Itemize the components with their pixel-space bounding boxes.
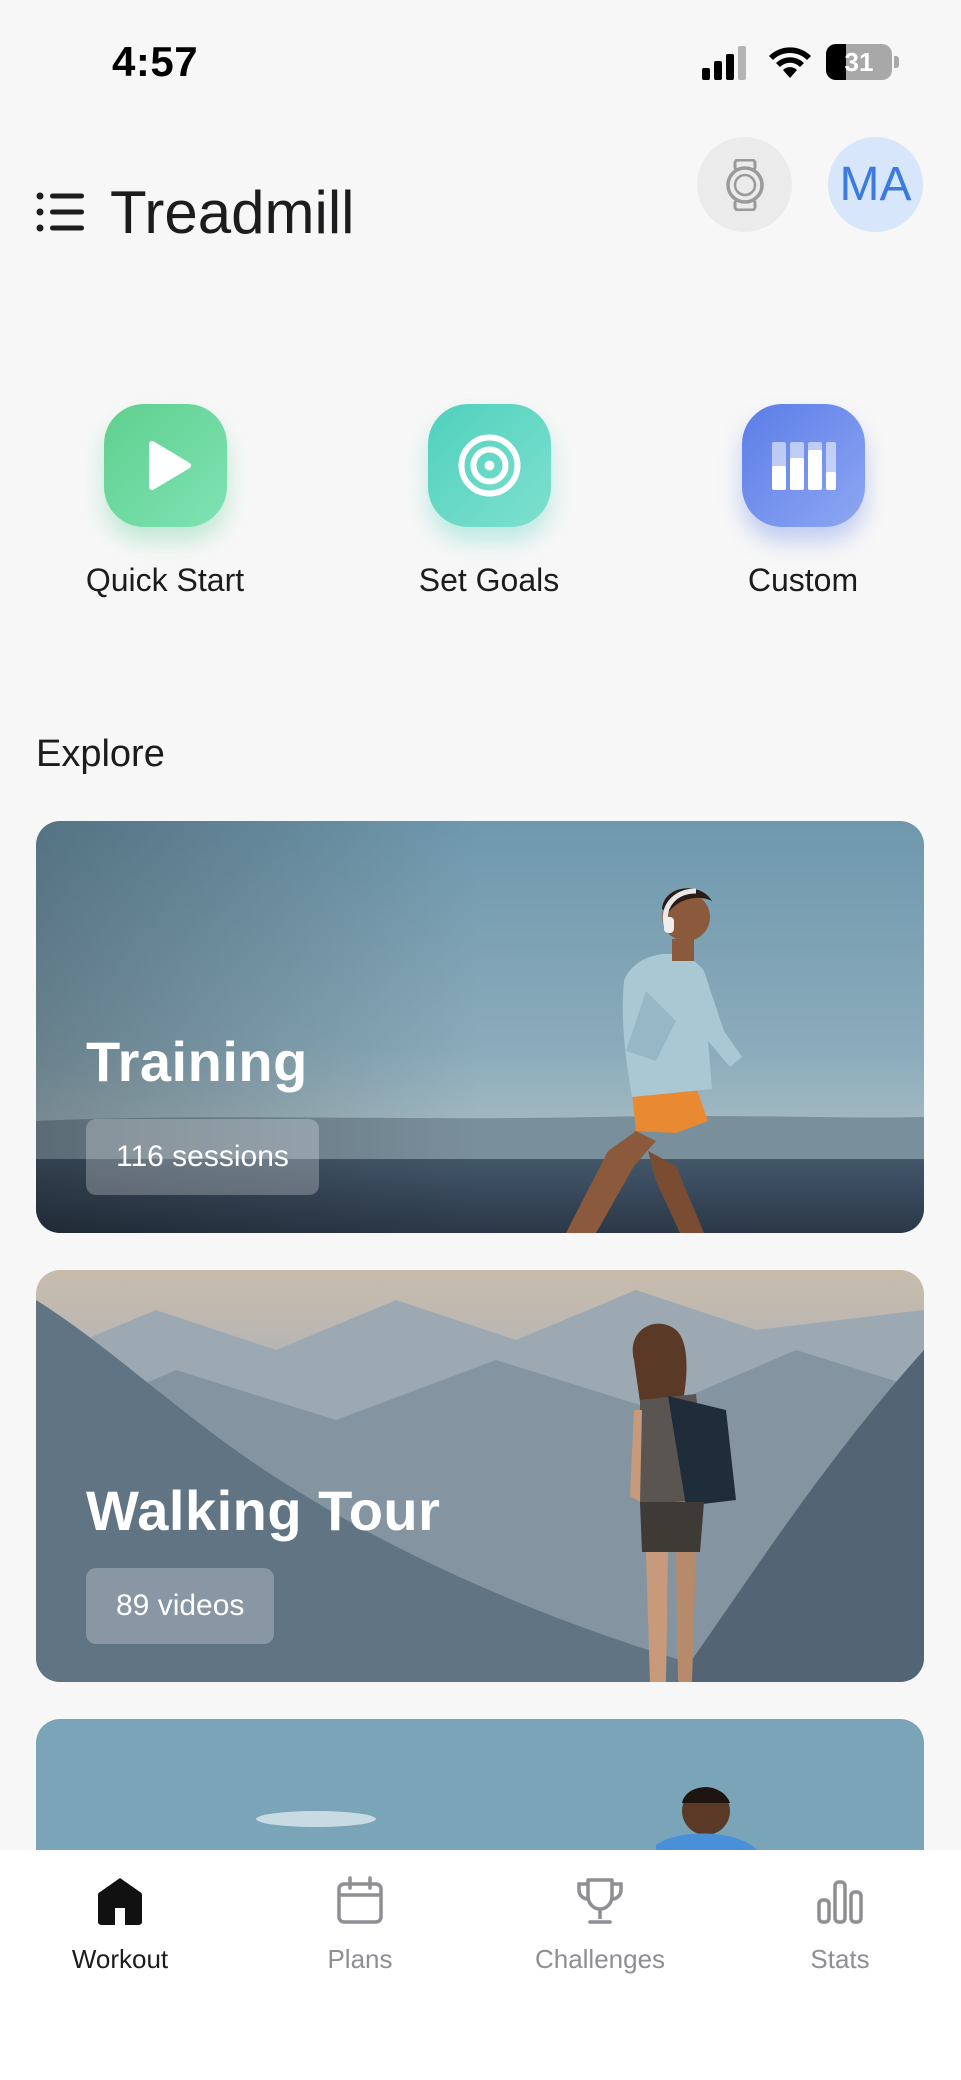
treadmill-home-screen: 4:57 31 Treadmill MA Quick Start Set Goa… xyxy=(0,0,961,2080)
home-icon xyxy=(98,1878,142,1925)
nav-tab-challenges[interactable]: Challenges xyxy=(480,1850,720,2000)
walking-tour-card[interactable]: Walking Tour 89 videos xyxy=(36,1270,924,1682)
bottom-nav: Workout Plans Challenges Stats xyxy=(0,1850,961,2080)
nav-label-challenges: Challenges xyxy=(534,1944,666,1974)
nav-tab-stats[interactable]: Stats xyxy=(720,1850,960,2000)
quick-start-label: Quick Start xyxy=(85,562,245,598)
nav-tab-workout[interactable]: Workout xyxy=(0,1850,240,2000)
walking-tour-badge: 89 videos xyxy=(86,1568,275,1644)
list-menu-icon[interactable] xyxy=(36,190,86,234)
stats-bars-icon xyxy=(817,1880,863,1924)
training-card[interactable]: Training 116 sessions xyxy=(36,821,924,1233)
custom-tile[interactable] xyxy=(742,404,865,527)
explore-heading: Explore xyxy=(36,733,165,775)
custom-button[interactable]: Custom xyxy=(683,404,923,604)
connect-watch-button[interactable] xyxy=(697,137,792,232)
trophy-icon xyxy=(577,1878,623,1924)
page-title: Treadmill xyxy=(110,179,355,246)
quick-start-tile[interactable] xyxy=(104,404,227,527)
nav-tab-plans[interactable]: Plans xyxy=(240,1850,480,2000)
walking-tour-title: Walking Tour xyxy=(86,1479,441,1542)
status-bar: 4:57 31 xyxy=(0,0,961,120)
status-time: 4:57 xyxy=(112,38,199,85)
cellular-signal-icon xyxy=(702,46,746,80)
training-badge: 116 sessions xyxy=(86,1119,319,1195)
smartwatch-icon xyxy=(726,159,764,211)
bar-blocks-icon xyxy=(772,442,836,490)
battery-icon: 31 xyxy=(826,44,899,80)
battery-level: 31 xyxy=(844,47,874,77)
avatar[interactable]: MA xyxy=(828,137,923,232)
set-goals-label: Set Goals xyxy=(418,562,560,598)
target-icon xyxy=(458,434,521,497)
nav-label-plans: Plans xyxy=(327,1944,393,1974)
set-goals-tile[interactable] xyxy=(428,404,551,527)
training-title: Training xyxy=(86,1030,308,1093)
quick-start-button[interactable]: Quick Start xyxy=(45,404,285,604)
nav-label-workout: Workout xyxy=(71,1944,169,1974)
nav-label-stats: Stats xyxy=(810,1944,870,1974)
play-icon xyxy=(149,441,191,490)
custom-label: Custom xyxy=(747,562,859,598)
wifi-icon xyxy=(769,47,811,78)
set-goals-button[interactable]: Set Goals xyxy=(369,404,609,604)
calendar-icon xyxy=(337,1876,383,1924)
